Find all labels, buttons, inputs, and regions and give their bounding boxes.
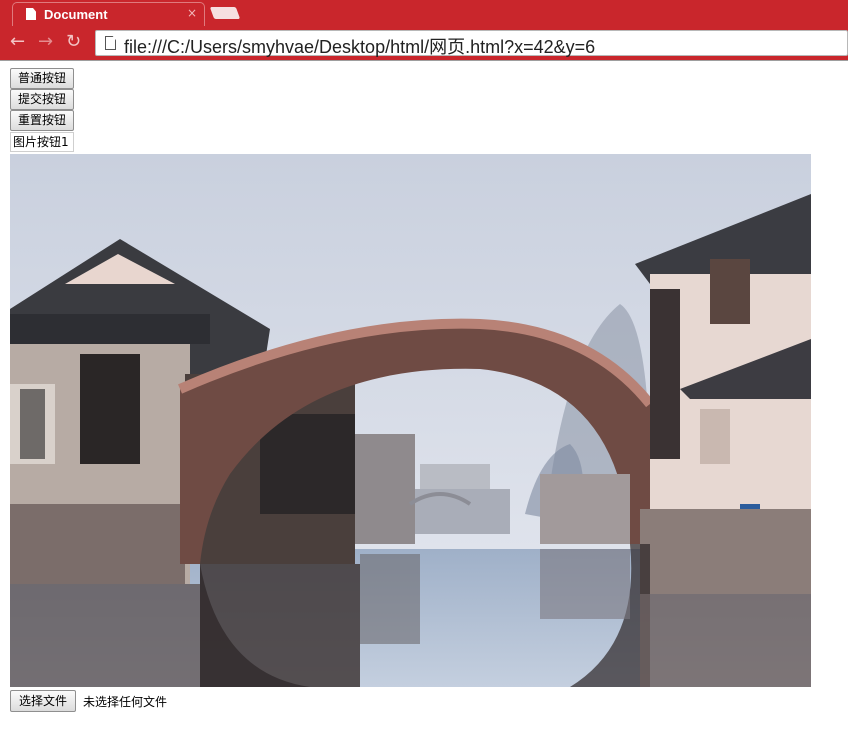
tab-document[interactable]: Document × <box>12 2 205 26</box>
page-icon <box>105 36 116 50</box>
back-arrow-icon[interactable]: ← <box>10 32 25 52</box>
choose-file-button[interactable]: 选择文件 <box>10 690 77 712</box>
file-status-text: 未选择任何文件 <box>83 695 168 709</box>
normal-button[interactable]: 普通按钮 <box>10 68 75 89</box>
chrome-divider <box>0 60 848 61</box>
browser-toolbar: ← → ↻ file:///C:/Users/smyhvae/Desktop/h… <box>0 26 848 60</box>
url-text[interactable]: file:///C:/Users/smyhvae/Desktop/html/网页… <box>124 33 595 59</box>
address-bar[interactable]: file:///C:/Users/smyhvae/Desktop/html/网页… <box>95 30 848 59</box>
water-town-photo <box>10 154 811 687</box>
forward-arrow-icon[interactable]: → <box>38 32 53 52</box>
reset-button[interactable]: 重置按钮 <box>10 110 75 131</box>
close-icon[interactable]: × <box>187 6 197 20</box>
image-button[interactable]: 图片按钮1 <box>10 132 75 152</box>
reload-icon[interactable]: ↻ <box>66 32 81 52</box>
tab-strip: Document × <box>0 0 848 26</box>
new-tab-button[interactable] <box>209 7 241 19</box>
submit-button[interactable]: 提交按钮 <box>10 89 75 110</box>
tab-title: Document <box>44 7 108 22</box>
form-buttons: 普通按钮 提交按钮 重置按钮 图片按钮1 <box>10 68 75 152</box>
page-icon <box>26 8 36 20</box>
